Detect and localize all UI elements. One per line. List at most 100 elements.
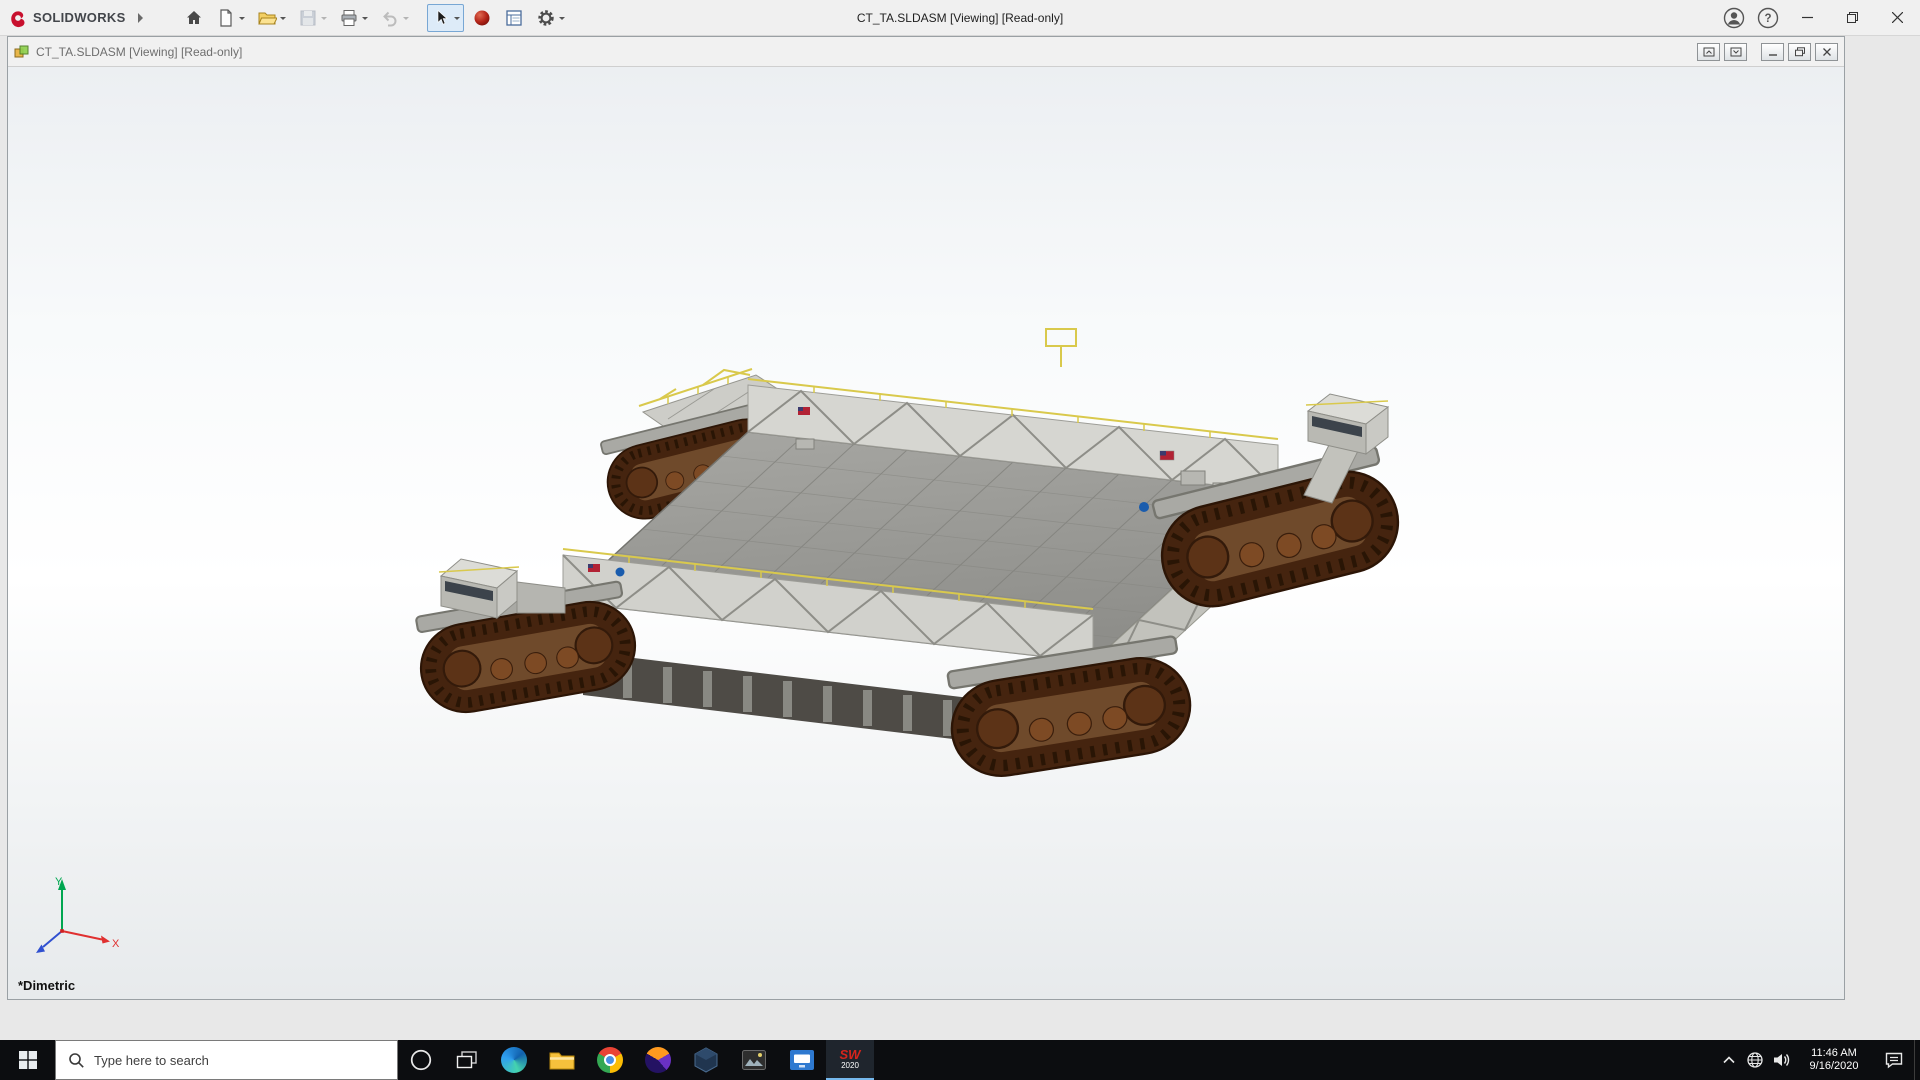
crawler-transporter-model[interactable] bbox=[8, 67, 1844, 999]
app-title-bar: SOLIDWORKS CT_TA.SLDASM [Viewing] [Read-… bbox=[0, 0, 1920, 36]
save-icon bbox=[300, 10, 316, 25]
float-window-button[interactable] bbox=[1697, 42, 1720, 61]
account-button[interactable] bbox=[1717, 0, 1751, 36]
doc-minimize-button[interactable] bbox=[1761, 42, 1784, 61]
taskbar-app-photos[interactable] bbox=[730, 1040, 778, 1080]
open-button[interactable] bbox=[253, 4, 290, 32]
network-button[interactable] bbox=[1742, 1040, 1768, 1080]
start-icon bbox=[18, 1051, 37, 1069]
screen: SOLIDWORKS CT_TA.SLDASM [Viewing] [Read-… bbox=[0, 0, 1920, 1080]
quick-toolbar bbox=[180, 3, 569, 32]
hexagon-app-icon bbox=[694, 1047, 718, 1073]
chevron-down-icon[interactable] bbox=[279, 16, 286, 23]
print-icon bbox=[341, 9, 357, 26]
hidden-icons-chevron-icon bbox=[1723, 1056, 1735, 1064]
chevron-down-icon bbox=[402, 16, 409, 23]
settings-button[interactable] bbox=[532, 4, 569, 32]
chevron-down-icon[interactable] bbox=[361, 16, 368, 23]
taskbar-search[interactable] bbox=[55, 1040, 398, 1080]
red-sphere-icon bbox=[474, 10, 490, 25]
action-center-icon bbox=[1885, 1052, 1903, 1069]
home-button[interactable] bbox=[180, 4, 208, 32]
search-input[interactable] bbox=[94, 1052, 369, 1068]
restore-icon bbox=[1847, 12, 1858, 23]
graphics-viewport[interactable]: Y X *Dimetric bbox=[8, 67, 1844, 999]
taskbar-app-hexagon[interactable] bbox=[682, 1040, 730, 1080]
clock-date: 9/16/2020 bbox=[1809, 1060, 1859, 1072]
search-icon bbox=[69, 1052, 84, 1068]
doc-close-icon bbox=[1822, 47, 1831, 56]
chrome-icon bbox=[597, 1047, 623, 1073]
cortana-button[interactable] bbox=[398, 1040, 444, 1080]
edge-icon bbox=[501, 1047, 527, 1073]
doc-restore-button[interactable] bbox=[1788, 42, 1811, 61]
crawler-cab-left bbox=[438, 558, 566, 620]
document-title-bar: CT_TA.SLDASM [Viewing] [Read-only] bbox=[8, 37, 1844, 67]
doc-restore-icon bbox=[1794, 46, 1805, 56]
system-tray: 11:46 AM 9/16/2020 bbox=[1716, 1040, 1920, 1080]
doc-close-button[interactable] bbox=[1815, 42, 1838, 61]
solidworks-app-year: 2020 bbox=[841, 1061, 859, 1070]
assembly-document-icon bbox=[14, 45, 29, 57]
sphere-button[interactable] bbox=[468, 4, 496, 32]
doc-minimize-icon bbox=[1768, 53, 1777, 56]
view-orientation-label: *Dimetric bbox=[18, 978, 76, 993]
taskbar-clock[interactable]: 11:46 AM 9/16/2020 bbox=[1794, 1040, 1874, 1080]
print-button[interactable] bbox=[335, 4, 372, 32]
undo-button[interactable] bbox=[376, 4, 413, 32]
document-title: CT_TA.SLDASM [Viewing] [Read-only] bbox=[36, 44, 243, 59]
new-document-button[interactable] bbox=[212, 4, 249, 32]
settings-gear-icon bbox=[537, 9, 554, 26]
clock-time: 11:46 AM bbox=[1811, 1047, 1857, 1059]
blue-window-app-icon bbox=[790, 1050, 814, 1070]
photos-app-icon bbox=[742, 1050, 766, 1070]
solidworks-app-icon: SW bbox=[839, 1047, 861, 1062]
start-button[interactable] bbox=[0, 1040, 55, 1080]
help-icon: ? bbox=[1757, 7, 1779, 28]
cortana-icon bbox=[410, 1049, 432, 1071]
chevron-down-icon[interactable] bbox=[558, 16, 565, 23]
flyout-arrow-icon[interactable] bbox=[137, 12, 148, 23]
task-view-button[interactable] bbox=[444, 1040, 490, 1080]
close-icon bbox=[1892, 12, 1903, 23]
close-button[interactable] bbox=[1875, 0, 1920, 36]
report-button[interactable] bbox=[500, 4, 528, 32]
taskbar-app-firefox[interactable] bbox=[634, 1040, 682, 1080]
solidworks-logo: SOLIDWORKS bbox=[0, 8, 136, 28]
taskbar-app-file-explorer[interactable] bbox=[538, 1040, 586, 1080]
svg-text:?: ? bbox=[1764, 13, 1771, 25]
chevron-down-icon[interactable] bbox=[453, 16, 460, 23]
taskbar-app-edge[interactable] bbox=[490, 1040, 538, 1080]
action-center-button[interactable] bbox=[1874, 1040, 1914, 1080]
show-desktop-button[interactable] bbox=[1914, 1040, 1920, 1080]
task-view-icon bbox=[456, 1051, 477, 1069]
chevron-down-icon[interactable] bbox=[238, 16, 245, 23]
network-icon bbox=[1747, 1052, 1763, 1068]
select-tool-button[interactable] bbox=[426, 3, 464, 32]
hidden-icons-button[interactable] bbox=[1716, 1040, 1742, 1080]
orientation-triad[interactable]: Y X bbox=[22, 873, 122, 969]
minimize-button[interactable] bbox=[1785, 0, 1830, 36]
account-icon bbox=[1723, 7, 1745, 28]
axis-y-label: Y bbox=[55, 876, 63, 888]
firefox-icon bbox=[645, 1047, 671, 1073]
save-button[interactable] bbox=[294, 4, 331, 32]
document-window-controls bbox=[1693, 42, 1838, 61]
volume-button[interactable] bbox=[1768, 1040, 1794, 1080]
taskbar-app-blue-window[interactable] bbox=[778, 1040, 826, 1080]
windows-taskbar: SW 2020 11:46 AM 9 bbox=[0, 1040, 1920, 1080]
file-explorer-icon bbox=[549, 1052, 575, 1070]
taskbar-app-solidworks[interactable]: SW 2020 bbox=[826, 1040, 874, 1080]
titlebar-right-controls: ? bbox=[1717, 0, 1920, 36]
restore-button[interactable] bbox=[1830, 0, 1875, 36]
dock-window-button[interactable] bbox=[1724, 42, 1747, 61]
taskbar-app-chrome[interactable] bbox=[586, 1040, 634, 1080]
select-cursor-icon bbox=[437, 9, 448, 25]
open-folder-icon bbox=[257, 12, 277, 24]
dock-window-icon bbox=[1730, 47, 1741, 56]
help-button[interactable]: ? bbox=[1751, 0, 1785, 36]
chevron-down-icon bbox=[320, 16, 327, 23]
new-document-icon bbox=[219, 8, 232, 27]
minimize-icon bbox=[1802, 16, 1813, 19]
dassault-logo-icon bbox=[11, 10, 25, 27]
